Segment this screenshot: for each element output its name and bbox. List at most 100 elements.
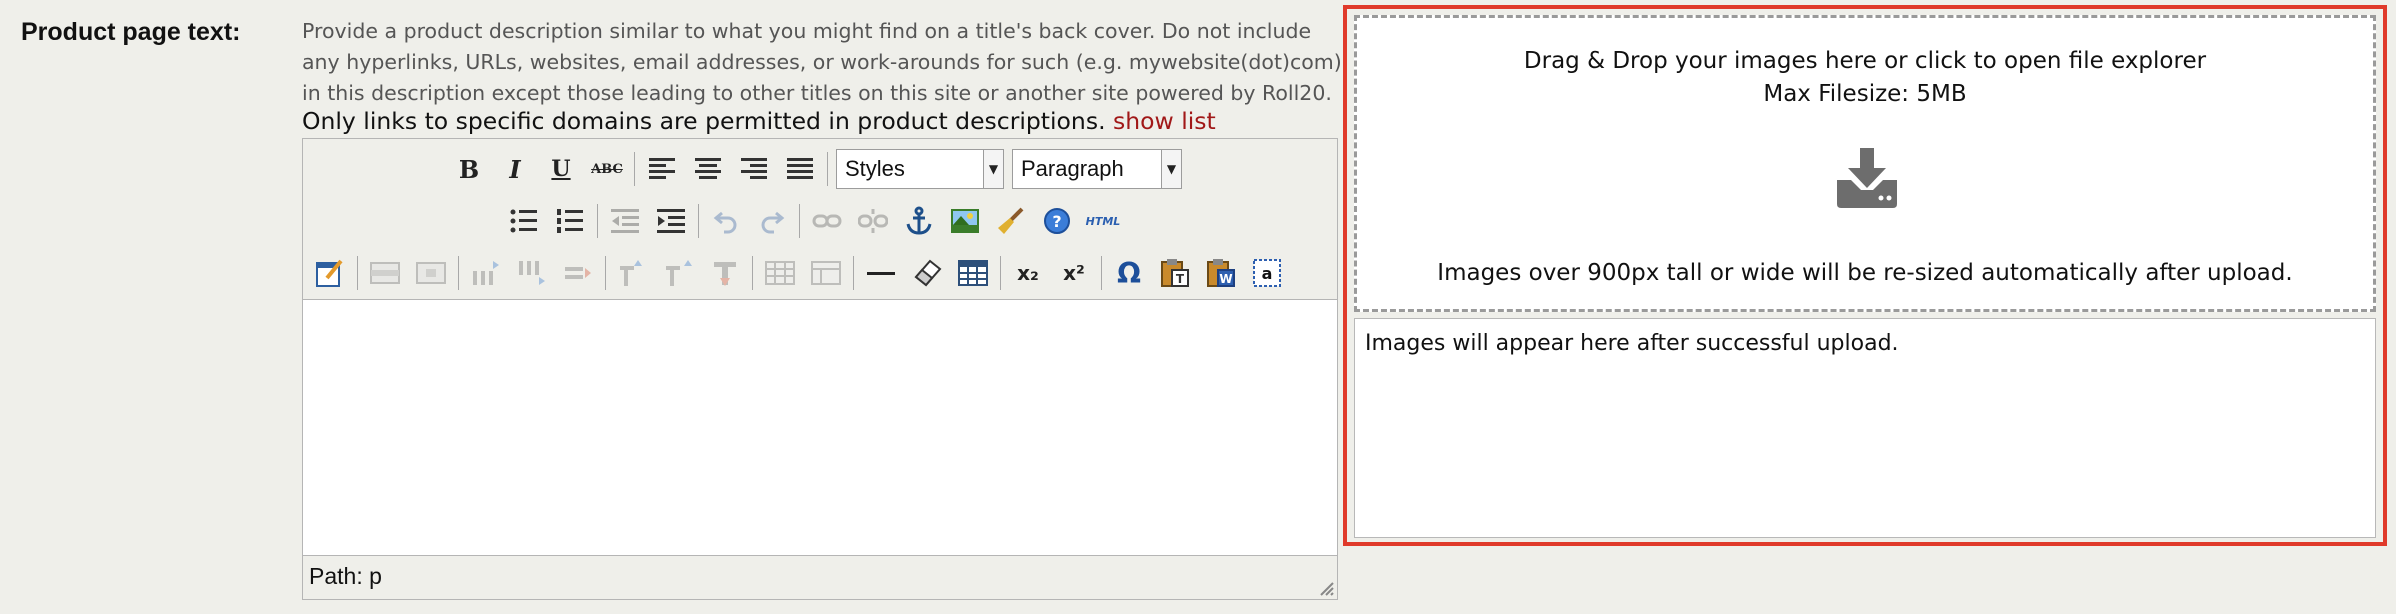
redo-icon <box>761 211 785 234</box>
chevron-down-icon: ▼ <box>983 150 1003 188</box>
help-button[interactable]: ? <box>1038 202 1076 240</box>
paste-word-icon: W <box>1207 259 1235 287</box>
broom-icon <box>998 207 1024 234</box>
col-after-button[interactable] <box>660 254 698 292</box>
delete-row-icon <box>565 267 591 279</box>
toolbar-separator <box>634 152 635 186</box>
paste-text-icon: T <box>1161 259 1189 287</box>
toolbar-separator <box>597 204 598 238</box>
eraser-icon <box>914 259 942 287</box>
row-before-button[interactable] <box>467 254 505 292</box>
bold-button[interactable]: B <box>450 150 488 188</box>
image-dropzone[interactable]: Drag & Drop your images here or click to… <box>1354 15 2376 312</box>
dropzone-max-filesize: Max Filesize: 5MB <box>1763 81 1967 107</box>
unlink-icon <box>858 209 888 233</box>
delete-col-icon <box>714 262 736 286</box>
download-icon <box>1837 148 1897 208</box>
undo-icon <box>713 211 737 234</box>
toolbar-separator <box>1000 256 1001 290</box>
cell-props-button[interactable] <box>412 254 450 292</box>
delete-row-button[interactable] <box>559 254 597 292</box>
strikethrough-button[interactable]: ABC <box>588 150 626 188</box>
links-notice-text: Only links to specific domains are permi… <box>302 107 1106 135</box>
split-cells-icon <box>765 261 795 285</box>
justify-icon <box>787 158 813 179</box>
edit-button[interactable] <box>311 254 349 292</box>
svg-text:?: ? <box>1052 212 1061 231</box>
unlink-button[interactable] <box>854 202 892 240</box>
bullet-list-button[interactable] <box>505 202 543 240</box>
toolbar-separator <box>698 204 699 238</box>
remove-format-button[interactable] <box>908 254 946 292</box>
insert-row-after-icon <box>519 261 545 285</box>
links-notice: Only links to specific domains are permi… <box>302 107 1216 135</box>
toolbar-separator <box>605 256 606 290</box>
indent-icon <box>657 209 685 233</box>
svg-text:a: a <box>1262 264 1273 283</box>
row-after-button[interactable] <box>513 254 551 292</box>
html-source-button[interactable]: HTML <box>1084 202 1122 240</box>
styles-select[interactable]: Styles ▼ <box>836 149 1004 189</box>
format-select[interactable]: Paragraph ▼ <box>1012 149 1182 189</box>
toolbar-separator <box>827 152 828 186</box>
styles-select-value: Styles <box>845 156 905 181</box>
toolbar-separator <box>799 204 800 238</box>
bullet-list-icon <box>510 209 537 233</box>
anchor-button[interactable] <box>900 202 938 240</box>
help-text: Provide a product description similar to… <box>302 19 1342 105</box>
subscript-button[interactable]: x₂ <box>1009 254 1047 292</box>
insert-col-after-icon <box>666 260 692 286</box>
editor-content-area[interactable] <box>303 299 1337 556</box>
toolbar-separator <box>752 256 753 290</box>
select-all-icon: a <box>1253 259 1281 287</box>
paste-text-button[interactable]: T <box>1156 254 1194 292</box>
table-cell-icon <box>416 262 446 284</box>
rich-text-editor: B I U ABC Styles ▼ Paragraph ▼ ? HTML x₂… <box>302 138 1338 600</box>
uploaded-placeholder: Images will appear here after successful… <box>1365 331 1899 356</box>
svg-text:T: T <box>1176 272 1185 286</box>
outdent-icon <box>611 209 639 233</box>
special-char-button[interactable]: Ω <box>1110 254 1148 292</box>
row-props-button[interactable] <box>366 254 404 292</box>
toolbar-separator <box>853 256 854 290</box>
numbered-list-icon <box>557 209 583 233</box>
toolbar-separator <box>1101 256 1102 290</box>
justify-button[interactable] <box>781 150 819 188</box>
delete-col-button[interactable] <box>706 254 744 292</box>
show-list-link[interactable]: show list <box>1113 107 1216 135</box>
outdent-button[interactable] <box>606 202 644 240</box>
paste-word-button[interactable]: W <box>1202 254 1240 292</box>
merge-cells-button[interactable] <box>807 254 845 292</box>
underline-button[interactable]: U <box>542 150 580 188</box>
toolbar-row-1: B I U ABC Styles ▼ Paragraph ▼ <box>446 147 1186 191</box>
toolbar-row-2: ? HTML <box>501 199 1126 243</box>
italic-button[interactable]: I <box>496 150 534 188</box>
horizontal-rule-icon <box>867 272 895 275</box>
split-cells-button[interactable] <box>761 254 799 292</box>
image-button[interactable] <box>946 202 984 240</box>
align-left-button[interactable] <box>643 150 681 188</box>
link-button[interactable] <box>808 202 846 240</box>
link-icon <box>812 214 842 228</box>
horizontal-rule-button[interactable] <box>862 254 900 292</box>
editor-path-bar: Path: p <box>309 563 382 589</box>
indent-button[interactable] <box>652 202 690 240</box>
insert-col-before-icon <box>620 260 642 286</box>
edit-icon <box>316 259 343 287</box>
select-all-button[interactable]: a <box>1248 254 1286 292</box>
undo-button[interactable] <box>707 202 745 240</box>
image-icon <box>951 209 979 233</box>
align-center-button[interactable] <box>689 150 727 188</box>
superscript-button[interactable]: x² <box>1055 254 1093 292</box>
cleanup-button[interactable] <box>992 202 1030 240</box>
resize-handle-icon[interactable] <box>1317 579 1335 597</box>
toolbar-separator <box>458 256 459 290</box>
numbered-list-button[interactable] <box>551 202 589 240</box>
insert-table-button[interactable] <box>954 254 992 292</box>
editor-toolbar: B I U ABC Styles ▼ Paragraph ▼ ? HTML x₂… <box>303 139 1337 299</box>
align-right-button[interactable] <box>735 150 773 188</box>
format-select-value: Paragraph <box>1021 156 1124 181</box>
col-before-button[interactable] <box>614 254 652 292</box>
insert-row-before-icon <box>473 261 499 285</box>
redo-button[interactable] <box>753 202 791 240</box>
